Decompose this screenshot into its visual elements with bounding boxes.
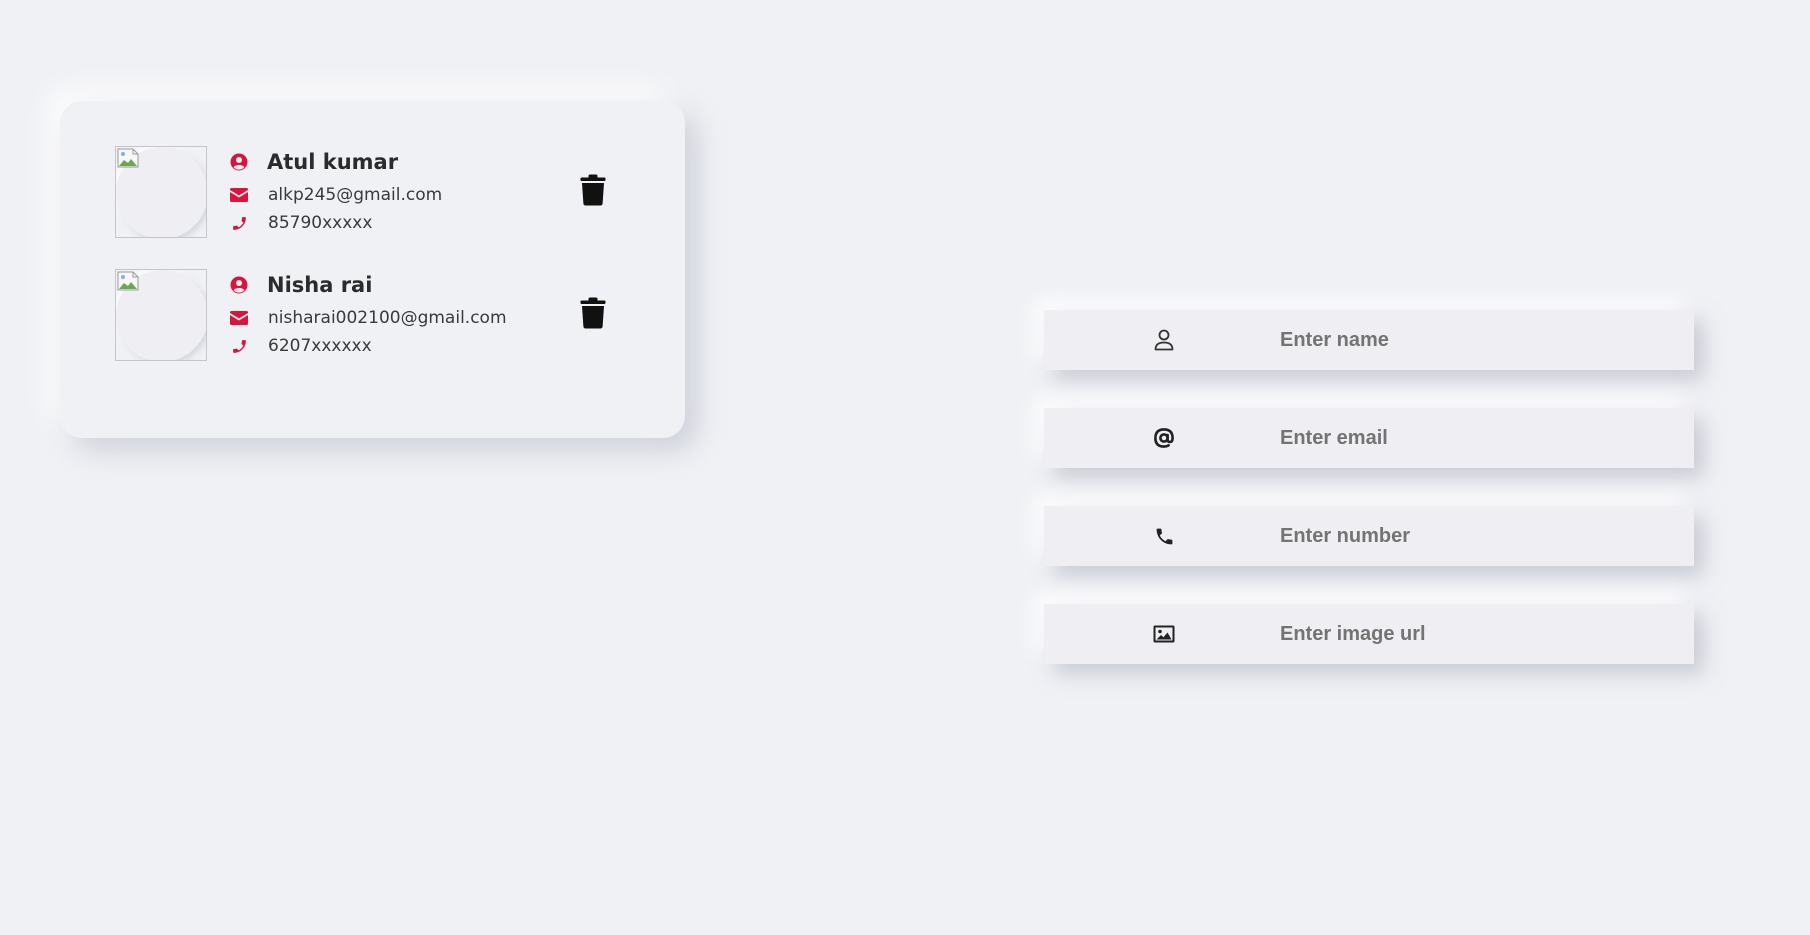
- envelope-icon: [230, 309, 248, 327]
- contact-email-row: nisharai002100@gmail.com: [230, 308, 507, 328]
- contact-item: Atul kumar alkp245@gmail.com 85790xxxxx: [115, 146, 635, 241]
- email-field: [1044, 408, 1694, 468]
- contact-email-row: alkp245@gmail.com: [230, 185, 442, 205]
- name-field: [1044, 310, 1694, 370]
- name-input[interactable]: [1280, 310, 1680, 370]
- delete-contact-button[interactable]: [580, 174, 608, 208]
- contact-email: alkp245@gmail.com: [268, 185, 443, 205]
- contact-email: nisharai002100@gmail.com: [268, 308, 507, 328]
- envelope-icon: [230, 186, 248, 204]
- contact-avatar: [115, 269, 207, 361]
- delete-contact-button[interactable]: [580, 297, 608, 331]
- contact-name-row: Nisha rai: [230, 273, 372, 297]
- number-field: [1044, 506, 1694, 566]
- user-circle-icon: [230, 276, 248, 294]
- contact-name: Atul kumar: [267, 150, 399, 174]
- contact-phone: 85790xxxxx: [268, 213, 373, 233]
- image-url-field: [1044, 604, 1694, 664]
- phone-icon: [230, 337, 248, 355]
- contact-phone: 6207xxxxxx: [268, 336, 372, 356]
- image-icon: [1152, 622, 1176, 646]
- trash-icon: [580, 297, 606, 329]
- contact-name: Nisha rai: [267, 273, 373, 297]
- trash-icon: [580, 174, 606, 206]
- user-circle-icon: [230, 153, 248, 171]
- phone-icon: [1152, 524, 1176, 548]
- broken-image-icon: [117, 148, 139, 168]
- contact-item: Nisha rai nisharai002100@gmail.com 6207x…: [115, 269, 635, 364]
- contact-avatar: [115, 146, 207, 238]
- phone-icon: [230, 214, 248, 232]
- contact-name-row: Atul kumar: [230, 150, 398, 174]
- at-sign-icon: [1152, 426, 1176, 450]
- contact-list-card: Atul kumar alkp245@gmail.com 85790xxxxx …: [60, 101, 685, 438]
- app-root: Atul kumar alkp245@gmail.com 85790xxxxx …: [0, 0, 1810, 935]
- contact-phone-row: 85790xxxxx: [230, 213, 372, 233]
- user-outline-icon: [1152, 328, 1176, 352]
- email-input[interactable]: [1280, 408, 1680, 468]
- image-url-input[interactable]: [1280, 604, 1680, 664]
- contact-phone-row: 6207xxxxxx: [230, 336, 372, 356]
- broken-image-icon: [117, 271, 139, 291]
- number-input[interactable]: [1280, 506, 1680, 566]
